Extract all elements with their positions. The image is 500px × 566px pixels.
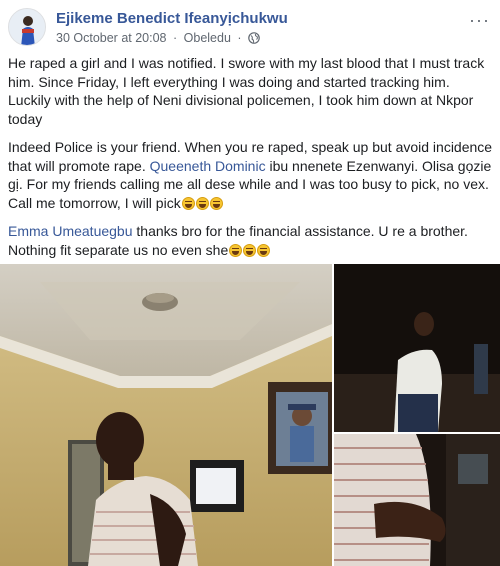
tears-of-joy-emoji-icon [229, 243, 243, 257]
photo-night-bottom[interactable] [334, 434, 500, 566]
post-body: He raped a girl and I was notified. I sw… [8, 54, 494, 269]
facebook-post: Ejikeme Benedict Ifeanyịchukwu 30 Octobe… [0, 0, 500, 566]
globe-icon[interactable] [248, 32, 260, 44]
post-paragraph-3: Emma Umeatuegbu thanks bro for the finan… [8, 222, 494, 259]
tears-of-joy-emoji-icon [257, 243, 271, 257]
post-location[interactable]: Obeledu [184, 31, 231, 45]
post-paragraph-2: Indeed Police is your friend. When you r… [8, 138, 494, 212]
mention-queeneth-dominic[interactable]: Queeneth Dominic [150, 158, 266, 174]
author-name[interactable]: Ejikeme Benedict Ifeanyịchukwu [56, 10, 288, 27]
tears-of-joy-emoji-icon [181, 196, 195, 210]
more-options-icon[interactable]: ··· [469, 10, 490, 31]
meta-separator-2: · [237, 31, 242, 45]
tears-of-joy-emoji-icon [209, 196, 223, 210]
photo-grid [0, 264, 500, 566]
post-meta: 30 October at 20:08 · Obeledu · [56, 31, 260, 45]
meta-separator: · [172, 31, 178, 45]
post-date[interactable]: 30 October at 20:08 [56, 31, 167, 45]
photo-main[interactable] [0, 264, 332, 566]
tears-of-joy-emoji-icon [243, 243, 257, 257]
tears-of-joy-emoji-icon [195, 196, 209, 210]
post-paragraph-1: He raped a girl and I was notified. I sw… [8, 55, 485, 127]
author-avatar[interactable] [8, 8, 46, 46]
avatar-photo [9, 9, 45, 45]
photo-night-top[interactable] [334, 264, 500, 432]
mention-emma-umeatuegbu[interactable]: Emma Umeatuegbu [8, 223, 133, 239]
post-header: Ejikeme Benedict Ifeanyịchukwu 30 Octobe… [8, 6, 492, 48]
